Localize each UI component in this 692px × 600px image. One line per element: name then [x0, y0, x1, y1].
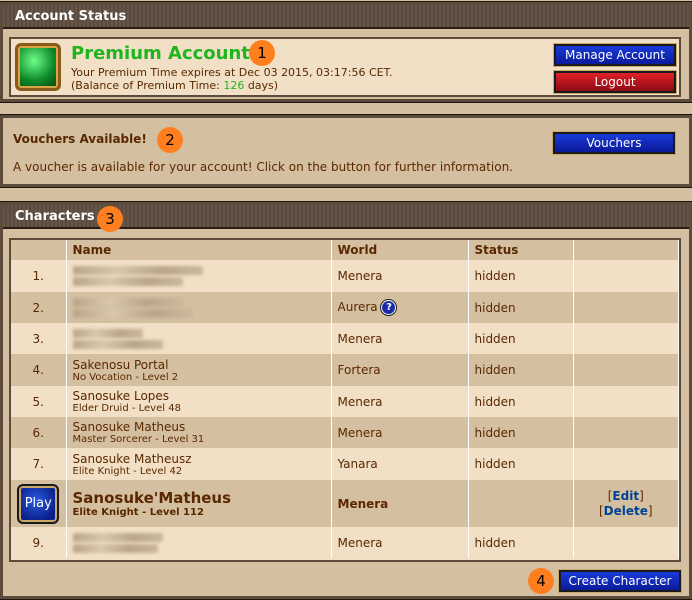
vouchers-title: Vouchers Available! [13, 132, 147, 146]
logout-button[interactable]: Logout [553, 70, 677, 94]
annotation-badge-4: 4 [528, 568, 554, 594]
col-number [11, 240, 67, 260]
table-row[interactable]: 3. Menera hidden [11, 323, 679, 354]
annotation-badge-1: 1 [249, 40, 275, 66]
table-row[interactable]: 7. Sanosuke Matheusz Elite Knight - Level… [11, 448, 679, 480]
character-name: Sakenosu Portal [72, 357, 169, 372]
play-button[interactable]: Play [17, 483, 60, 524]
table-row[interactable]: 2. Aurera ? hidden [11, 292, 679, 323]
col-world: World [331, 240, 469, 260]
balance-days: 126 [223, 79, 245, 92]
characters-box: Characters 3 Name World Status 1. Menera… [0, 201, 692, 600]
balance-suffix: days) [244, 79, 279, 92]
account-status-frame: Premium Account 1 Your Premium Time expi… [9, 37, 681, 97]
col-actions [573, 240, 679, 260]
character-name: Sanosuke Matheusz [72, 451, 192, 466]
character-name-blurred [66, 323, 332, 354]
col-status: Status [468, 240, 574, 260]
table-row[interactable]: 1. Menera hidden [11, 260, 679, 292]
characters-table: Name World Status 1. Menera hidden 2. Au… [11, 240, 679, 558]
characters-table-frame: Name World Status 1. Menera hidden 2. Au… [9, 238, 681, 562]
table-row[interactable]: 6. Sanosuke Matheus Master Sorcerer - Lev… [11, 417, 679, 448]
vouchers-button[interactable]: Vouchers [552, 131, 676, 155]
table-row[interactable]: 4. Sakenosu Portal No Vocation - Level 2 … [11, 354, 679, 386]
account-status-header: Account Status [3, 5, 689, 29]
delete-link[interactable]: Delete [604, 504, 648, 518]
character-name: Sanosuke Matheus [72, 420, 186, 434]
character-name-blurred [66, 527, 332, 558]
create-character-button[interactable]: Create Character [558, 569, 682, 593]
table-row[interactable]: 5. Sanosuke Lopes Elder Druid - Level 48 … [11, 386, 679, 417]
balance-prefix: (Balance of Premium Time: [71, 79, 224, 92]
premium-balance-text: (Balance of Premium Time: 126 days) [71, 79, 278, 92]
selected-character-name: Sanosuke'Matheus [72, 489, 232, 507]
character-name: Sanosuke Lopes [72, 389, 170, 403]
character-vocation: Master Sorcerer - Level 31 [72, 434, 205, 445]
premium-gem-icon [15, 43, 61, 91]
character-vocation: No Vocation - Level 2 [72, 371, 179, 383]
selected-character-world: Menera [331, 480, 469, 527]
character-vocation: Elite Knight - Level 42 [72, 465, 183, 477]
selected-character-vocation: Elite Knight - Level 112 [72, 507, 204, 518]
premium-account-title: Premium Account [71, 43, 250, 64]
account-status-box: Account Status Premium Account 1 Your Pr… [0, 1, 692, 103]
col-name: Name [66, 240, 332, 260]
vouchers-text: A voucher is available for your account!… [13, 160, 513, 174]
character-name-blurred [66, 260, 332, 292]
annotation-badge-2: 2 [157, 127, 183, 153]
edit-link[interactable]: Edit [612, 489, 639, 503]
vouchers-box: Vouchers Available! 2 A voucher is avail… [0, 114, 692, 188]
help-question-icon[interactable]: ? [381, 300, 397, 315]
table-row[interactable]: 9. Menera hidden [11, 527, 679, 558]
character-name-blurred [66, 292, 332, 323]
premium-expires-text: Your Premium Time expires at Dec 03 2015… [71, 66, 393, 79]
annotation-badge-3: 3 [97, 206, 123, 232]
manage-account-button[interactable]: Manage Account [553, 43, 677, 67]
character-vocation: Elder Druid - Level 48 [72, 403, 181, 414]
selected-character-row[interactable]: Play Sanosuke'Matheus Elite Knight - Lev… [11, 480, 679, 527]
